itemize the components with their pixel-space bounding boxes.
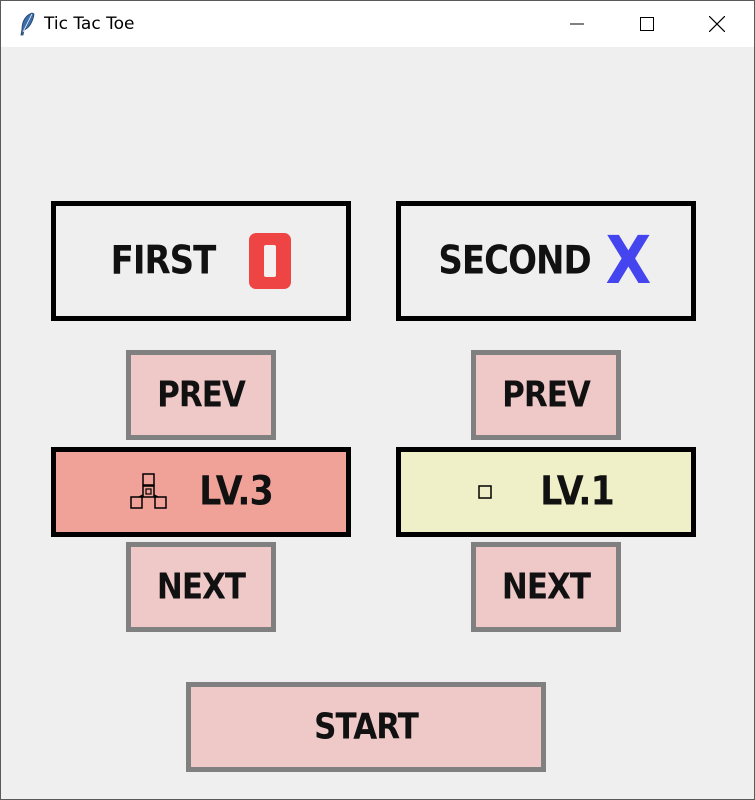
second-next-label: NEXT (501, 566, 591, 608)
first-prev-label: PREV (157, 374, 246, 416)
feather-icon (20, 12, 35, 36)
start-button[interactable]: START (186, 682, 546, 772)
second-player-label: SECOND (438, 238, 591, 284)
second-player-box: SECOND X (396, 201, 696, 321)
first-next-label: NEXT (156, 566, 246, 608)
first-prev-level-button[interactable]: PREV (126, 350, 276, 440)
level-1-square-icon (478, 485, 492, 499)
x-mark-icon: X (605, 222, 652, 299)
first-player-label: FIRST (110, 238, 217, 284)
title-bar[interactable]: Tic Tac Toe (1, 1, 754, 47)
maximize-icon (640, 17, 654, 31)
second-level-label: LV.1 (540, 469, 615, 515)
first-level-label: LV.3 (199, 469, 274, 515)
minimize-button[interactable] (542, 1, 612, 47)
level-3-tree-icon (130, 473, 167, 509)
second-level-display: LV.1 (396, 447, 696, 537)
first-level-display: LV.3 (51, 447, 351, 537)
second-prev-level-button[interactable]: PREV (471, 350, 621, 440)
app-window: Tic Tac Toe FIRST SECOND X PREV PREV LV.… (0, 0, 755, 800)
window-title: Tic Tac Toe (44, 14, 135, 34)
second-prev-label: PREV (502, 374, 591, 416)
first-next-level-button[interactable]: NEXT (126, 542, 276, 632)
game-setup-panel: FIRST SECOND X PREV PREV LV.3 LV.1 NEXT … (1, 47, 754, 799)
o-mark-icon (249, 233, 292, 289)
first-player-box: FIRST (51, 201, 351, 321)
close-icon (709, 16, 725, 32)
minimize-icon (570, 23, 584, 25)
start-label: START (314, 706, 419, 748)
second-next-level-button[interactable]: NEXT (471, 542, 621, 632)
close-button[interactable] (682, 1, 752, 47)
maximize-button[interactable] (612, 1, 682, 47)
